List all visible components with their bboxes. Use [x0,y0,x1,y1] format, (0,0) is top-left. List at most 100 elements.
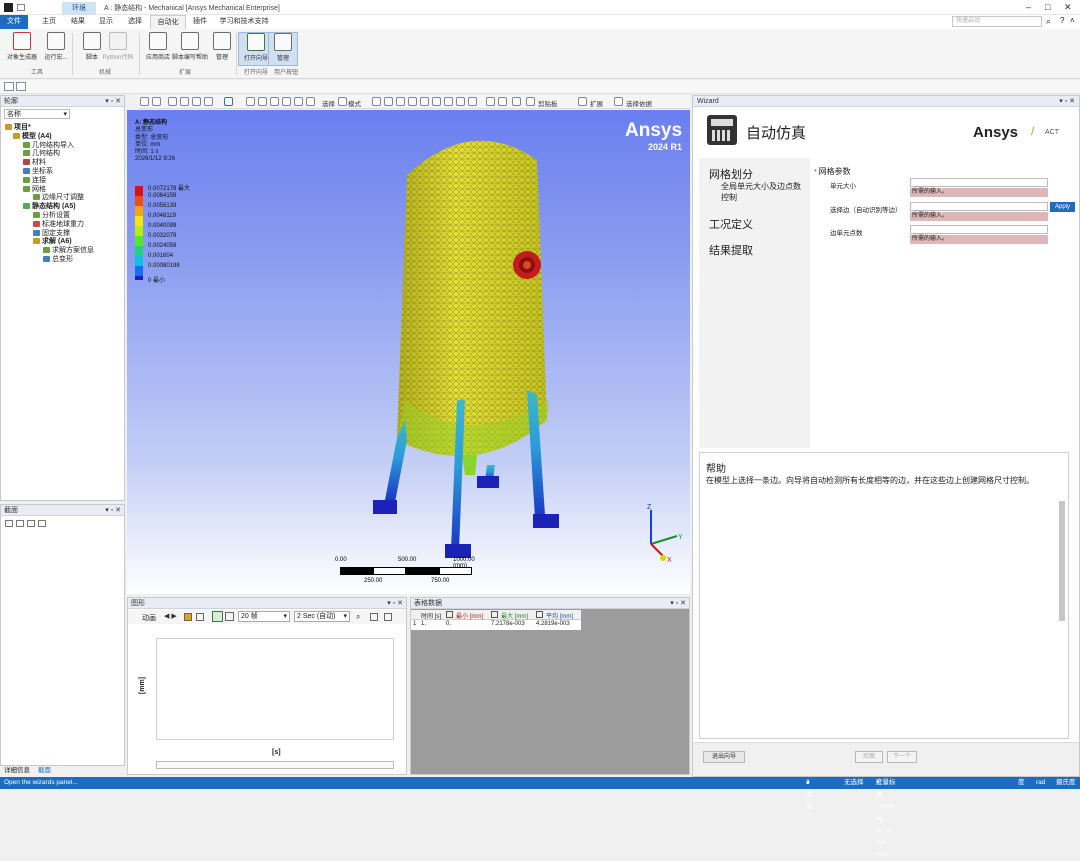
tree-node-project[interactable]: 项目* [5,124,94,133]
collapse-ribbon-icon[interactable]: ˄ [1070,16,1075,25]
isometric-icon[interactable] [306,97,315,106]
tree-node-static-structural[interactable]: 静态结构 (A5) [5,203,94,212]
tree-node-model[interactable]: 模型 (A4) [5,132,94,142]
quick-launch-input[interactable]: 快速启动 [952,16,1042,27]
element-face-icon[interactable] [444,97,453,106]
tab-selection[interactable]: 选择 [120,15,150,29]
graph-plot-area[interactable] [156,638,394,740]
tree-node-geometry[interactable]: 几何结构 [5,150,94,159]
panel-controls-icon[interactable]: ▾ ▫ ✕ [387,598,403,609]
step-results[interactable]: 结果提取 [709,242,753,258]
help-scrollbar[interactable] [1059,501,1065,621]
clipboard-icon[interactable] [526,97,535,106]
view-icon[interactable] [168,97,177,106]
edge-select-icon[interactable] [384,97,393,106]
python-code-button[interactable]: Python代码 [98,32,138,66]
tree-node-total-deformation[interactable]: 总变形 [5,255,94,265]
angle-unit[interactable]: 度 [1018,777,1025,789]
distributed-icon[interactable] [212,611,223,622]
edge-points-input[interactable] [910,225,1048,234]
tab-plugins[interactable]: 插件 [186,15,214,29]
panel-controls-icon[interactable]: ▾ ▫ ✕ [105,96,121,107]
tab-display[interactable]: 显示 [92,15,120,29]
panel-controls-icon[interactable]: ▾ ▫ ✕ [670,598,686,609]
play-icon[interactable]: ◀ ▶ [164,612,177,620]
section-tool-icon[interactable] [27,520,35,527]
pan-icon[interactable] [192,97,201,106]
run-macro-button[interactable]: 运行宏... [38,32,74,66]
select-by-dropdown[interactable]: 选择依据 [626,98,652,108]
frames-dropdown[interactable]: 20 帧 ▾ [238,611,290,622]
outline-filter[interactable]: 名称 ▾ [4,109,70,119]
box-zoom-icon[interactable] [204,97,213,106]
panel-controls-icon[interactable]: ▾ ▫ ✕ [105,505,121,516]
rotate-icon[interactable] [180,97,189,106]
help-icon[interactable]: ? [1060,16,1064,25]
element-size-input[interactable] [910,178,1048,187]
manage-buttons-button[interactable]: 管理 [268,32,298,66]
step-meshing[interactable]: 网格划分 [709,166,753,182]
object-generator-button[interactable]: 对象生成器 [4,32,40,66]
tree-node-gravity[interactable]: 标准地球重力 [5,220,94,230]
tree-node-materials[interactable]: 材料 [5,159,94,168]
apply-button[interactable]: Apply [1050,202,1075,212]
tab-learning[interactable]: 学习和技术支持 [214,15,274,29]
back-button[interactable]: 后面 [855,751,883,763]
select-all-icon[interactable] [468,97,477,106]
section-tool-icon[interactable] [5,520,13,527]
edge-selection-input[interactable] [910,202,1048,211]
section-tool-icon[interactable] [38,520,46,527]
graphics-viewport[interactable]: A: 静态结构 总变形 类型: 总变形 单位: mm 时间: 1 s 2026/… [127,110,690,594]
node-select-icon[interactable] [420,97,429,106]
named-selection-icon[interactable] [512,97,521,106]
exit-wizard-button[interactable]: 退出向导 [703,751,745,763]
next-button[interactable]: 下一个 [887,751,917,763]
tree-node-solution[interactable]: 求解 (A6) [5,238,94,247]
zoom-area-icon[interactable] [258,97,267,106]
cut-icon[interactable] [498,97,507,106]
zoom-fit-icon[interactable] [246,97,255,106]
quick-access-icon[interactable] [17,4,25,11]
body-select-icon[interactable] [408,97,417,106]
tab-section[interactable]: 截面 [38,766,51,776]
duration-dropdown[interactable]: 2 Sec (自动) ▾ [294,611,350,622]
stop-icon[interactable] [184,613,192,621]
tree-node-edge-sizing[interactable]: 边缘尺寸调整 [5,194,94,203]
maximize-icon[interactable]: □ [1045,2,1050,12]
next-view-icon[interactable] [294,97,303,106]
tree-node-analysis-settings[interactable]: 分析设置 [5,211,94,221]
result-sets-icon[interactable] [225,612,234,621]
timeline-scrollbar[interactable] [156,761,394,769]
zoom-icon[interactable]: ⌕ [356,612,360,622]
pressure-vessel-model[interactable] [357,120,587,560]
select-mode-icon[interactable] [224,97,233,106]
manage-extensions-button[interactable]: 管理 [204,32,240,66]
coordinate-triad-icon[interactable]: Z X Y [639,502,684,564]
section-tool-icon[interactable] [16,520,24,527]
select-label[interactable]: 选择 [322,98,335,108]
filter-icon[interactable] [486,97,495,106]
tab-home[interactable]: 主页 [34,15,64,29]
mesh-select-icon[interactable] [456,97,465,106]
previous-view-icon[interactable] [282,97,291,106]
mode-icon[interactable] [338,97,347,106]
clipboard-dropdown[interactable]: 剪贴板 [538,98,558,108]
tree-node-solution-info[interactable]: 求解方案信息 [5,247,94,256]
magnifier-icon[interactable] [270,97,279,106]
export-icon[interactable] [196,613,204,621]
tab-results[interactable]: 结果 [64,15,92,29]
element-select-icon[interactable] [432,97,441,106]
minimize-icon[interactable]: – [1026,2,1031,12]
temperature-unit[interactable]: 摄氏度 [1056,777,1076,789]
step-mesh-control[interactable]: 全局单元大小及边点数控制 [721,181,807,203]
vertex-select-icon[interactable] [372,97,381,106]
mode-dropdown[interactable]: 模式 [348,98,361,108]
layout-icon[interactable] [4,82,14,91]
tree-node-connections[interactable]: 连接 [5,176,94,186]
close-icon[interactable]: ✕ [1064,2,1072,13]
data-table[interactable]: 时间 [s] 最小 [mm] 最大 [mm] 平均 [mm] 1 1. 0. 7… [411,610,581,630]
face-select-icon[interactable] [396,97,405,106]
settings-icon[interactable] [384,613,392,621]
zoom-out-icon[interactable] [152,97,161,106]
tab-details[interactable]: 详细信息 [4,766,30,776]
